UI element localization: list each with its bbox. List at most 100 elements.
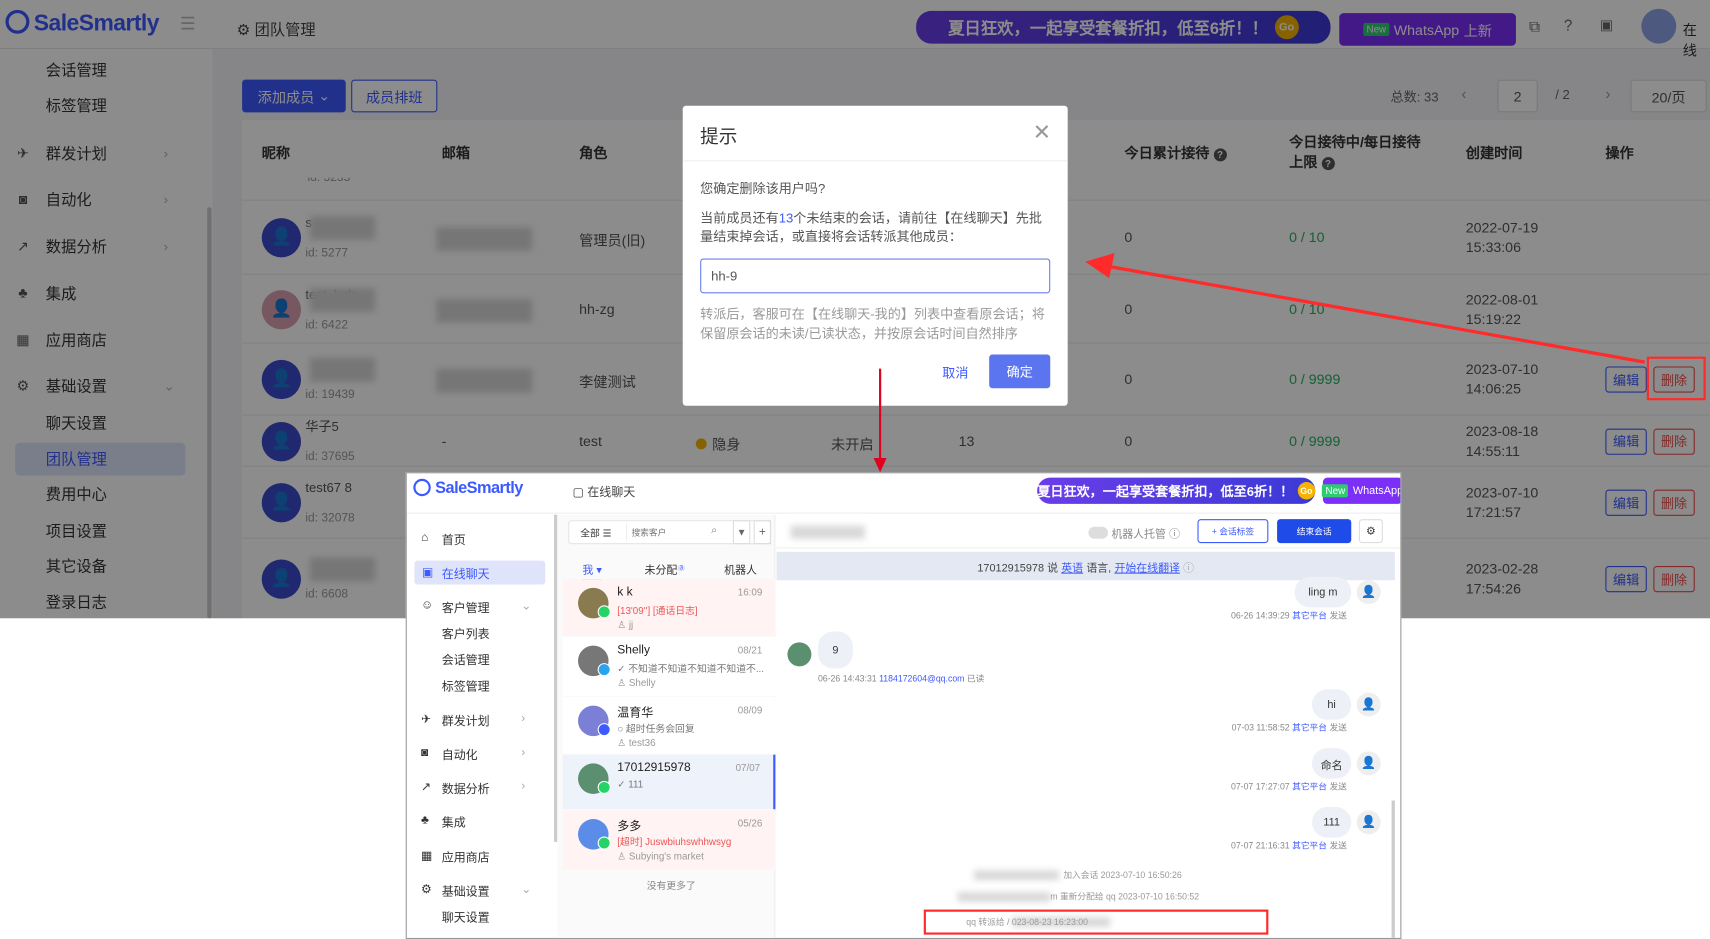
- message-meta: 06-26 14:43:31 1184172604@qq.com 已读: [817, 673, 985, 684]
- no-more-text: 没有更多了: [646, 880, 696, 892]
- chat-icon: ▢: [572, 486, 588, 500]
- inset-sidebar-item[interactable]: ◙ 自动化 ›: [407, 742, 554, 766]
- conversation-time: 05/26: [737, 817, 763, 829]
- help-icon: ⓘ: [1183, 562, 1195, 575]
- add-tag-button[interactable]: + 会话标签: [1197, 519, 1269, 544]
- annotation-arrowhead-down: [873, 458, 887, 473]
- agent-icon: ♙: [617, 850, 629, 862]
- message-bubble: 9: [817, 631, 853, 669]
- agent-avatar: 👤: [1356, 580, 1381, 605]
- whatsapp-banner[interactable]: New WhatsApp: [1322, 477, 1401, 504]
- inset-sidebar-item[interactable]: ♣ 集成: [407, 809, 554, 833]
- conversation-time: 07/07: [735, 762, 761, 774]
- inset-sidebar-item[interactable]: ⌂ 首页: [407, 527, 554, 551]
- inset-sidebar-item[interactable]: ▦ 应用商店: [407, 844, 554, 868]
- blurred-name: [957, 892, 1051, 902]
- tab-unassigned[interactable]: 未分配 3: [645, 561, 686, 577]
- search-icon[interactable]: ⌕: [711, 525, 717, 537]
- agent-icon: ♙: [617, 677, 629, 689]
- logo: SaleSmartly: [413, 478, 523, 497]
- inset-gear-icon: ⚙: [420, 883, 432, 897]
- search-input[interactable]: [626, 523, 714, 541]
- message-bubble: 命名: [1311, 748, 1352, 779]
- inset-users-icon: ☺: [420, 598, 434, 612]
- inset-sidebar-item[interactable]: 标签管理: [407, 673, 554, 697]
- conversation-preview: ✓ 111: [617, 778, 644, 790]
- system-message: m 重新分配给 qq 2023-07-10 16:50:52: [1050, 892, 1200, 902]
- message-bubble: 111: [1311, 807, 1352, 838]
- conversation-item[interactable]: 17012915978 07/07 ✓ 111: [562, 754, 776, 810]
- chevron-icon: ›: [521, 712, 526, 726]
- conversation-agent: ♙ jj: [617, 619, 634, 631]
- conversation-item[interactable]: 温育华 08/09 ○ 超时任务会回复 ♙ test36: [562, 696, 776, 754]
- inset-send-icon: ✈: [420, 713, 432, 727]
- customer-avatar: [787, 642, 812, 667]
- end-chat-button[interactable]: 结束会话: [1277, 519, 1352, 544]
- annotation-arrowhead: [1085, 253, 1115, 279]
- conversation-name: 多多: [617, 820, 642, 834]
- inset-sidebar-label: 在线聊天: [441, 568, 490, 582]
- inset-sidebar-label: 基础设置: [441, 885, 490, 899]
- inset-sidebar-item[interactable]: ▣ 在线聊天: [414, 560, 546, 585]
- inset-sidebar-label: 群发计划: [441, 715, 490, 729]
- messenger-icon: [597, 723, 611, 737]
- chevron-icon: ›: [521, 779, 526, 793]
- annotation-box-delete: [1646, 356, 1706, 401]
- chevron-icon: ⌄: [521, 599, 532, 613]
- conversation-agent: ♙ test36: [617, 737, 656, 749]
- annotation-arrow-line: [1106, 264, 1645, 364]
- conversation-time: 16:09: [737, 586, 763, 598]
- conversation-preview: [超时] Juswbiuhswhhwsyg: [617, 836, 732, 848]
- conversation-item[interactable]: k k 16:09 [13'09''] [通话日志] ♙ jj: [562, 579, 776, 636]
- conversation-name: k k: [617, 585, 633, 599]
- unassigned-badge: 3: [677, 565, 686, 572]
- message-meta: 07-07 21:16:31 其它平台 发送: [1230, 840, 1347, 851]
- inset-sidebar-label: 自动化: [441, 749, 478, 763]
- tab-robot[interactable]: 机器人: [724, 561, 757, 577]
- inset-sidebar-item[interactable]: 聊天设置: [407, 904, 554, 928]
- inset-sidebar-item[interactable]: ✈ 群发计划 ›: [407, 708, 554, 732]
- whatsapp-icon: [597, 780, 611, 794]
- agent-avatar: 👤: [1356, 751, 1381, 776]
- message-bubble: ling m: [1294, 576, 1352, 608]
- gear-icon[interactable]: ⚙: [1358, 519, 1383, 544]
- whatsapp-icon: [597, 605, 611, 619]
- inset-sidebar-label: 首页: [441, 534, 466, 548]
- customer-name-blurred: [790, 525, 865, 539]
- conversation-name: Shelly: [617, 643, 650, 657]
- chat-scrollbar[interactable]: [1391, 800, 1395, 938]
- message-meta: 06-26 14:39:29 其它平台 发送: [1230, 610, 1347, 621]
- inset-sidebar-item[interactable]: ↗ 数据分析 ›: [407, 775, 554, 799]
- conversation-item[interactable]: Shelly 08/21 ✓ 不知道不知道不知道不知道不... ♙ Shelly: [562, 636, 776, 696]
- inset-home-icon: ⌂: [420, 531, 429, 545]
- inset-sidebar-item[interactable]: ☺ 客户管理 ⌄: [407, 594, 554, 618]
- agent-avatar: 👤: [1356, 692, 1381, 717]
- inset-integration-icon: ♣: [420, 813, 429, 827]
- chevron-icon: ⌄: [521, 883, 532, 897]
- inset-sidebar-item[interactable]: ⚙ 基础设置 ⌄: [407, 878, 554, 902]
- conversation-preview: ✓ 不知道不知道不知道不知道不...: [617, 663, 765, 674]
- conversation-preview: ○ 超时任务会回复: [617, 723, 695, 734]
- message-meta: 07-07 17:27:07 其它平台 发送: [1230, 781, 1347, 792]
- conversation-agent: ♙ Subying's market: [617, 850, 704, 862]
- add-icon[interactable]: +: [753, 520, 772, 545]
- filter-select[interactable]: 全部 ☰: [580, 526, 611, 540]
- robot-toggle[interactable]: 机器人托管 ⓘ: [1088, 525, 1180, 541]
- start-translation-link[interactable]: 开始在线翻译: [1114, 558, 1179, 574]
- conversation-name: 17012915978: [617, 761, 691, 775]
- promo-banner[interactable]: 夏日狂欢，一起享受套餐折扣，低至6折！！ Go: [1037, 477, 1316, 504]
- agent-icon: ♙: [617, 737, 629, 749]
- language-link[interactable]: 英语: [1061, 558, 1083, 574]
- conversation-item[interactable]: 多多 05/26 [超时] Juswbiuhswhhwsyg ♙ Subying's …: [562, 810, 776, 870]
- filter-icon[interactable]: ▼: [732, 520, 751, 545]
- system-message: 加入会话 2023-07-10 16:50:26: [1063, 870, 1182, 881]
- chevron-icon: ›: [521, 745, 526, 760]
- message-bubble: hi: [1311, 689, 1352, 720]
- whatsapp-icon: [597, 836, 611, 850]
- inset-sidebar-item[interactable]: 会话管理: [407, 647, 554, 671]
- inset-sidebar-item[interactable]: 客户列表: [407, 621, 554, 645]
- inset-chart-icon: ↗: [420, 780, 432, 794]
- inset-apps-icon: ▦: [420, 849, 433, 863]
- toggle-switch[interactable]: [1088, 526, 1109, 539]
- inset-sidebar-label: 标签管理: [441, 680, 490, 694]
